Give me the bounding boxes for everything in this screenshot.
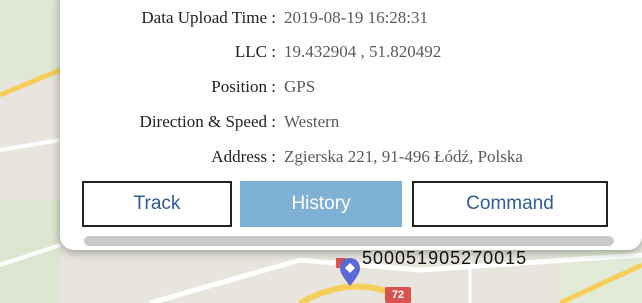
info-value: GPS [284,77,316,96]
info-label: LLC : [234,42,276,61]
horizontal-scrollbar[interactable] [84,236,614,246]
device-id-label: 500051905270015 [362,248,528,268]
info-label: Data Upload Time : [141,8,276,27]
road-number-badge: 72 [385,287,411,303]
info-value: 19.432904 , 51.820492 [284,42,442,61]
history-button[interactable]: History [240,181,402,227]
info-value: Western [284,112,340,131]
track-button[interactable]: Track [82,181,232,227]
command-button[interactable]: Command [412,181,608,227]
info-label: Direction & Speed : [139,112,276,131]
info-value: 2019-08-19 16:28:31 [284,8,429,27]
info-value: Zgierska 221, 91-496 Łódź, Polska [284,147,523,166]
info-label: Position : [211,77,276,96]
info-label: Address : [211,147,276,166]
device-info-popup: Data Upload Time : 2019-08-19 16:28:31 L… [60,0,642,250]
